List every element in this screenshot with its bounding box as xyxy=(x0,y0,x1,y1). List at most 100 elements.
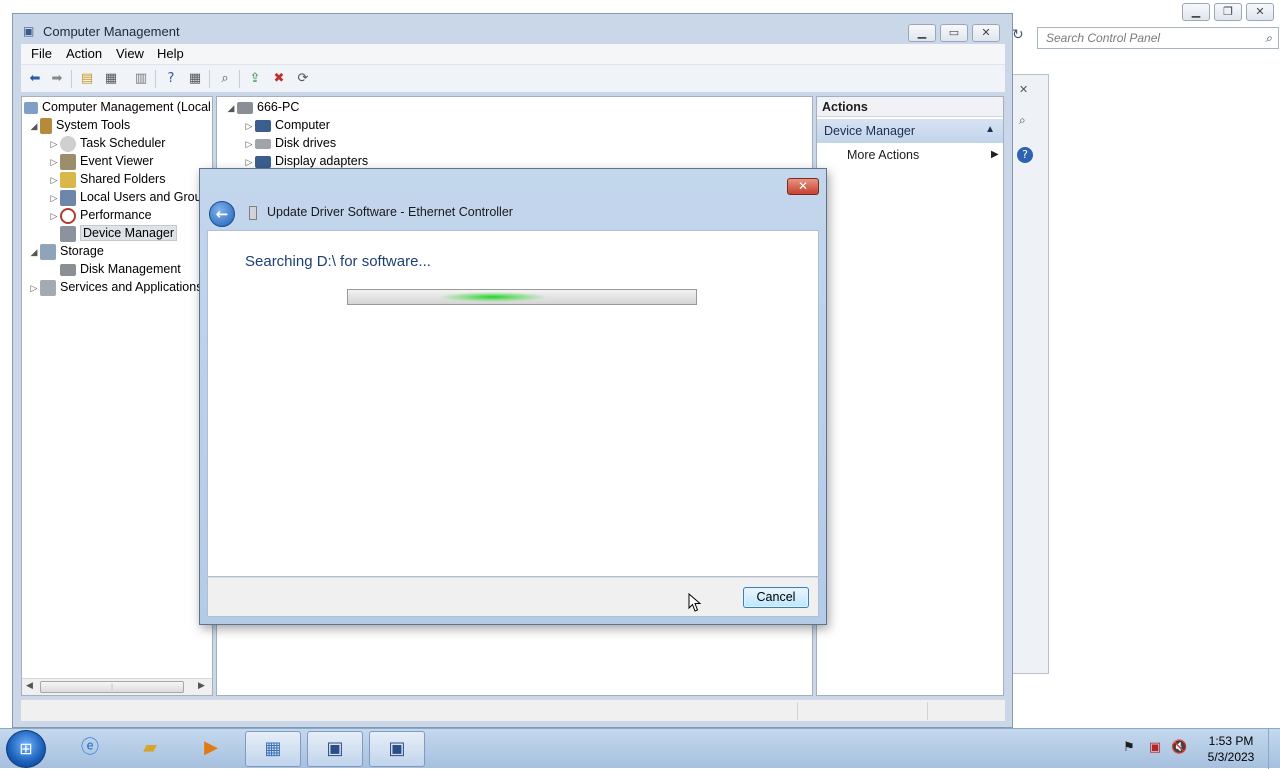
monitor-icon xyxy=(255,119,271,132)
network-disconnected-icon[interactable]: ▣ xyxy=(1147,740,1163,756)
expanded-arrow-icon[interactable]: ◢ xyxy=(28,117,40,135)
tree-item-device-manager[interactable]: Device Manager xyxy=(60,224,178,242)
device-manager-icon: ▣ xyxy=(326,738,344,759)
more-actions-item[interactable]: More Actions xyxy=(847,148,919,162)
minimize-button[interactable]: ▁ xyxy=(1182,3,1210,21)
taskbar-windows-explorer[interactable]: ▰ xyxy=(122,731,178,767)
collapse-arrow-icon[interactable]: ▲ xyxy=(985,124,995,135)
start-button[interactable]: ⊞ xyxy=(6,730,46,768)
taskbar-control-panel[interactable]: ▦ xyxy=(245,731,301,767)
device-label: Display adapters xyxy=(275,154,369,168)
scan-hardware-icon[interactable]: ⌕ xyxy=(215,69,235,89)
tree-item-services[interactable]: ▷ Services and Applications xyxy=(28,278,202,296)
tree-item-disk-management[interactable]: Disk Management xyxy=(60,260,181,278)
update-driver-icon[interactable]: ⇪ xyxy=(245,69,265,89)
device-manager-icon xyxy=(60,225,76,242)
close-icon: ✕ xyxy=(797,179,809,193)
tree-item-storage[interactable]: ◢ Storage xyxy=(28,242,104,260)
computer-management-icon: ▣ xyxy=(23,24,35,38)
search-input[interactable]: Search Control Panel ⌕ xyxy=(1037,27,1279,49)
up-folder-icon[interactable]: ▤ xyxy=(77,69,97,89)
maximize-icon: ▭ xyxy=(948,26,960,39)
collapsed-arrow-icon[interactable]: ▷ xyxy=(48,207,60,225)
taskbar-computer-management[interactable]: ▣ xyxy=(369,731,425,767)
tree-item-shared-folders[interactable]: ▷ Shared Folders xyxy=(48,170,165,188)
taskbar-media-player[interactable]: ▶ xyxy=(183,731,239,767)
collapsed-arrow-icon[interactable]: ▷ xyxy=(243,135,255,153)
volume-muted-icon[interactable]: 🔇 xyxy=(1171,740,1187,756)
clock-icon xyxy=(60,135,76,152)
show-hide-tree-icon[interactable]: ▦ xyxy=(101,69,121,89)
cm-maximize-button[interactable]: ▭ xyxy=(940,24,968,42)
menu-file[interactable]: File xyxy=(31,46,52,61)
scrollbar-thumb[interactable]: ⦙ xyxy=(40,681,184,693)
tree-item-performance[interactable]: ▷ Performance xyxy=(48,206,152,224)
tree-item-local-users[interactable]: ▷ Local Users and Group xyxy=(48,188,209,206)
close-button[interactable]: ✕ xyxy=(1246,3,1274,21)
search-icon[interactable]: ⌕ xyxy=(1019,113,1026,128)
nav-forward-icon[interactable]: ↻ xyxy=(1012,27,1030,49)
tree-item-task-scheduler[interactable]: ▷ Task Scheduler xyxy=(48,134,165,152)
dialog-close-button[interactable]: ✕ xyxy=(787,178,819,195)
device-category-computer[interactable]: ▷ Computer xyxy=(243,116,330,134)
cm-close-button[interactable]: ✕ xyxy=(972,24,1000,42)
event-viewer-icon xyxy=(60,153,76,170)
status-divider xyxy=(927,702,928,720)
minimize-icon: ▁ xyxy=(917,26,927,39)
taskbar-device-manager[interactable]: ▣ xyxy=(307,731,363,767)
media-player-icon: ▶ xyxy=(204,737,218,758)
collapsed-arrow-icon[interactable]: ▷ xyxy=(48,135,60,153)
background-dialog-edge: ✕ ⌕ ? xyxy=(1012,74,1049,674)
cancel-button[interactable]: Cancel xyxy=(743,587,809,608)
device-category-disk-drives[interactable]: ▷ Disk drives xyxy=(243,134,337,153)
tree-item-system-tools[interactable]: ◢ System Tools xyxy=(28,116,130,134)
collapsed-arrow-icon[interactable]: ▷ xyxy=(48,189,60,207)
tree-label: Computer Management (Local xyxy=(42,100,211,114)
actions-group-device-manager[interactable]: Device Manager ▲ xyxy=(817,119,1003,143)
tools-icon xyxy=(40,117,52,134)
more-actions-label: More Actions xyxy=(847,148,920,162)
expanded-arrow-icon[interactable]: ◢ xyxy=(225,99,237,117)
forward-icon[interactable]: ➡ xyxy=(47,69,67,89)
actions-group-label: Device Manager xyxy=(824,124,916,138)
collapsed-arrow-icon[interactable]: ▷ xyxy=(28,279,40,297)
back-arrow-icon[interactable]: ← xyxy=(209,201,235,227)
cm-minimize-button[interactable]: ▁ xyxy=(908,24,936,42)
tree-item-computer-management[interactable]: Computer Management (Local xyxy=(24,98,211,116)
show-desktop-button[interactable] xyxy=(1268,729,1280,769)
taskbar: ⊞ ⓔ ▰ ▶ ▦ ▣ ▣ ⚑ ▣ 🔇 1:53 PM 5/3/2023 xyxy=(0,728,1280,769)
clock-date[interactable]: 5/3/2023 xyxy=(1203,750,1259,764)
scroll-right-icon[interactable]: ▶ xyxy=(198,681,205,691)
progress-marquee xyxy=(438,292,548,302)
scroll-left-icon[interactable]: ◀ xyxy=(26,681,33,691)
taskbar-internet-explorer[interactable]: ⓔ xyxy=(62,731,118,767)
restore-button[interactable]: ❐ xyxy=(1214,3,1242,21)
horizontal-scrollbar[interactable]: ◀ ⦙ ▶ xyxy=(22,678,212,695)
action-center-flag-icon[interactable]: ⚑ xyxy=(1121,740,1137,756)
computer-management-icon: ▣ xyxy=(388,738,406,759)
close-icon: ✕ xyxy=(1255,5,1265,18)
search-icon[interactable]: ⌕ xyxy=(1265,31,1272,46)
help-icon[interactable]: ? xyxy=(1017,147,1033,163)
uninstall-icon[interactable]: ✖ xyxy=(269,69,289,89)
expanded-arrow-icon[interactable]: ◢ xyxy=(28,243,40,261)
collapsed-arrow-icon[interactable]: ▷ xyxy=(48,153,60,171)
help-icon[interactable]: ? xyxy=(161,69,181,89)
properties-icon[interactable]: ▥ xyxy=(131,69,151,89)
back-icon[interactable]: ⬅ xyxy=(25,69,45,89)
restore-icon: ❐ xyxy=(1223,5,1233,18)
enable-device-icon[interactable]: ⟳ xyxy=(293,69,313,89)
close-icon[interactable]: ✕ xyxy=(1019,83,1028,96)
clock-time[interactable]: 1:53 PM xyxy=(1205,734,1257,748)
storage-icon xyxy=(40,243,56,260)
menu-help[interactable]: Help xyxy=(157,46,184,61)
shared-folder-icon xyxy=(60,171,76,188)
show-action-pane-icon[interactable]: ▦ xyxy=(185,69,205,89)
actions-header: Actions xyxy=(817,97,1003,117)
collapsed-arrow-icon[interactable]: ▷ xyxy=(48,171,60,189)
tree-item-event-viewer[interactable]: ▷ Event Viewer xyxy=(48,152,153,170)
device-root[interactable]: ◢ 666-PC xyxy=(225,98,300,117)
menu-view[interactable]: View xyxy=(116,46,144,61)
collapsed-arrow-icon[interactable]: ▷ xyxy=(243,117,255,135)
menu-action[interactable]: Action xyxy=(66,46,102,61)
